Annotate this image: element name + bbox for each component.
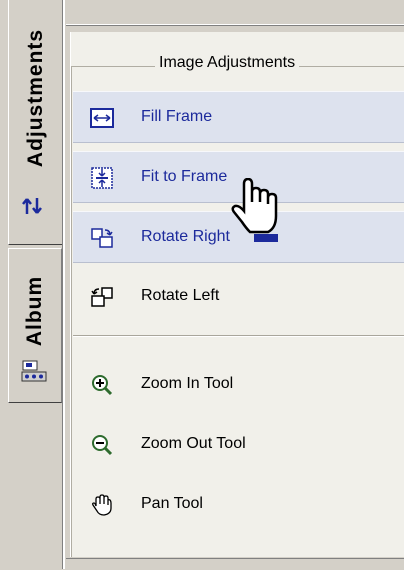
zoom-out-tool-button[interactable]: Zoom Out Tool [73,419,404,471]
tab-album-label: Album [23,275,46,347]
zoom-in-tool-label: Zoom In Tool [141,375,234,392]
rotate-left-icon [90,285,114,309]
fill-frame-button[interactable]: Fill Frame [73,91,404,143]
zoom-in-tool-button[interactable]: Zoom In Tool [73,359,404,411]
panel-divider [62,0,65,569]
tab-adjustments[interactable]: Adjustments [8,0,62,245]
pan-tool-label: Pan Tool [141,495,203,512]
separator [73,335,404,337]
tab-album[interactable]: Album [8,248,62,403]
adjust-arrows-icon [21,196,45,221]
fit-to-frame-label: Fit to Frame [141,168,228,185]
zoom-in-icon [90,373,114,397]
rotate-right-label: Rotate Right [141,228,230,245]
fill-frame-icon [90,106,114,130]
bottom-bar [66,558,404,570]
vertical-tab-strip: Adjustments Album [0,0,62,569]
album-icon [21,359,47,388]
fit-to-frame-button[interactable]: Fit to Frame [73,151,404,203]
fit-to-frame-icon [90,166,114,190]
zoom-out-icon [90,433,114,457]
pan-tool-button[interactable]: Pan Tool [73,479,404,531]
fill-frame-label: Fill Frame [141,108,213,125]
rotate-right-icon [90,226,114,250]
rotate-right-button[interactable]: Rotate Right [73,211,404,263]
rotate-left-button[interactable]: Rotate Left [73,271,404,323]
hand-icon [90,493,114,517]
zoom-out-tool-label: Zoom Out Tool [141,435,246,452]
rotate-left-label: Rotate Left [141,287,220,304]
tab-adjustments-label: Adjustments [23,28,47,168]
group-title: Image Adjustments [155,54,300,72]
adjustments-panel: Image Adjustments Fill Frame Fit to Fram… [70,32,404,557]
top-bar [66,0,404,25]
